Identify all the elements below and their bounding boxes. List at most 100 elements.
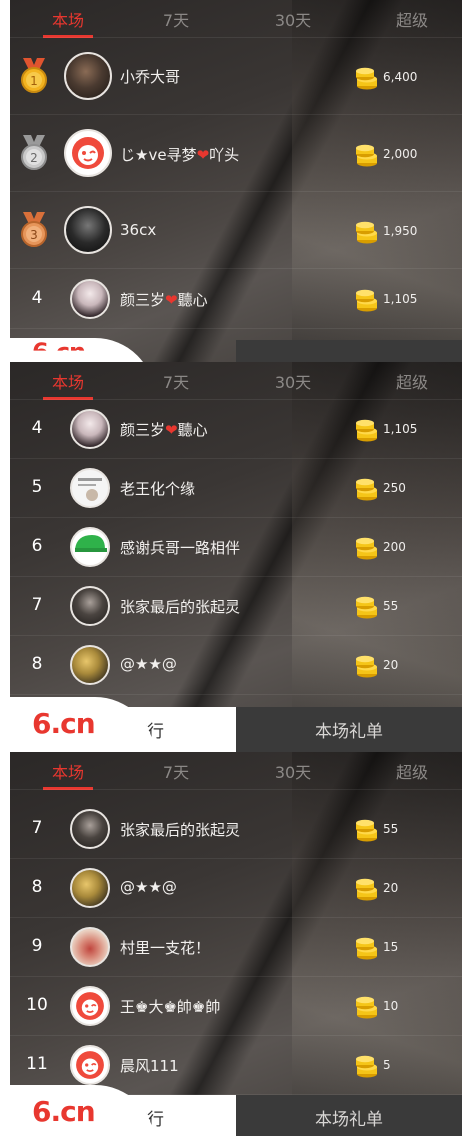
rank-number: 7 bbox=[31, 818, 43, 838]
user-name: 颜三岁❤聽心 bbox=[120, 421, 208, 439]
avatar[interactable] bbox=[70, 809, 110, 849]
period-tabbar: 本场 7天 30天 超级 bbox=[10, 752, 462, 790]
gift-list-tab[interactable]: 本场礼单 bbox=[236, 707, 462, 752]
ranking-row[interactable]: 8 @★★@ 20 bbox=[10, 859, 462, 918]
coin-stack-icon bbox=[356, 144, 377, 167]
avatar[interactable] bbox=[70, 468, 110, 508]
user-name: 村里一支花！ bbox=[120, 939, 211, 957]
gift-amount: 250 bbox=[383, 481, 406, 495]
rank-number: 5 bbox=[31, 477, 43, 497]
rank-number: 8 bbox=[31, 654, 43, 674]
gift-amount: 2,000 bbox=[383, 147, 418, 161]
user-name: 颜三岁❤聽心 bbox=[120, 291, 208, 309]
site-logo: 6.cn bbox=[32, 1095, 96, 1128]
silver-medal-icon: 2 bbox=[21, 135, 47, 170]
fox-logo-icon bbox=[76, 1051, 104, 1079]
ranking-row[interactable]: 6 感谢兵哥一路相伴 200 bbox=[10, 518, 462, 577]
coin-stack-icon bbox=[356, 537, 377, 560]
user-name: 36cx bbox=[120, 221, 157, 239]
tab-super[interactable]: 超级 bbox=[372, 752, 452, 790]
ranking-row[interactable]: 4 颜三岁❤聽心 1,105 bbox=[10, 400, 462, 459]
ranking-panel-2: 本场 7天 30天 超级 4 颜三岁❤聽心 1,105 5 老王化个缘 250 … bbox=[10, 362, 462, 752]
coin-stack-icon bbox=[356, 937, 377, 960]
gift-amount: 15 bbox=[383, 940, 399, 954]
avatar[interactable] bbox=[70, 586, 110, 626]
gift-amount: 20 bbox=[383, 658, 399, 672]
gift-amount: 200 bbox=[383, 540, 406, 554]
ranking-row[interactable]: 9 村里一支花！ 15 bbox=[10, 918, 462, 977]
avatar[interactable] bbox=[70, 409, 110, 449]
avatar[interactable] bbox=[70, 527, 110, 567]
coin-stack-icon bbox=[356, 596, 377, 619]
ranking-row[interactable]: 3 36cx 1,950 bbox=[10, 192, 462, 269]
tab-7-days[interactable]: 7天 bbox=[136, 0, 216, 38]
rank-number: 11 bbox=[26, 1054, 48, 1074]
tab-30-days[interactable]: 30天 bbox=[253, 0, 333, 38]
user-name: @★★@ bbox=[120, 878, 177, 896]
rank-number: 10 bbox=[26, 995, 48, 1015]
rank-number: 7 bbox=[31, 595, 43, 615]
period-tabbar: 本场 7天 30天 超级 bbox=[10, 0, 462, 38]
period-tabbar: 本场 7天 30天 超级 bbox=[10, 362, 462, 400]
avatar[interactable] bbox=[70, 868, 110, 908]
ranking-panel-1: 本场 7天 30天 超级 1 小乔大哥 6,400 2 じ★ve寻梦❤吖头 2,… bbox=[10, 0, 462, 362]
fox-logo-icon bbox=[76, 992, 104, 1020]
tabbar-divider bbox=[10, 37, 462, 38]
ranking-panel-3: 本场 7天 30天 超级 7 张家最后的张起灵 55 8 @★★@ 20 9 村… bbox=[10, 752, 462, 1136]
bronze-medal-icon: 3 bbox=[21, 212, 47, 247]
tab-super[interactable]: 超级 bbox=[372, 362, 452, 400]
tab-7-days[interactable]: 7天 bbox=[136, 752, 216, 790]
avatar[interactable] bbox=[64, 206, 112, 254]
doodle-avatar-icon bbox=[78, 478, 102, 501]
user-name: 晨风111 bbox=[120, 1057, 179, 1075]
avatar[interactable] bbox=[70, 279, 110, 319]
gift-amount: 55 bbox=[383, 822, 399, 836]
gift-amount: 10 bbox=[383, 999, 399, 1013]
coin-stack-icon bbox=[356, 419, 377, 442]
avatar[interactable] bbox=[70, 645, 110, 685]
avatar[interactable] bbox=[64, 52, 112, 100]
gift-amount: 6,400 bbox=[383, 70, 418, 84]
ranking-row[interactable]: 5 老王化个缘 250 bbox=[10, 459, 462, 518]
tabbar-divider bbox=[10, 789, 462, 790]
coin-stack-icon bbox=[356, 289, 377, 312]
ranking-row[interactable]: 1 小乔大哥 6,400 bbox=[10, 38, 462, 115]
site-logo: 6.cn bbox=[32, 707, 96, 740]
gift-list-tab[interactable]: 本场礼单 bbox=[236, 1095, 462, 1136]
gift-amount: 20 bbox=[383, 881, 399, 895]
coin-stack-icon bbox=[356, 67, 377, 90]
ranking-row[interactable]: 8 @★★@ 20 bbox=[10, 636, 462, 695]
user-name: 老王化个缘 bbox=[120, 480, 196, 498]
tab-30-days[interactable]: 30天 bbox=[253, 362, 333, 400]
coin-stack-icon bbox=[356, 819, 377, 842]
user-name: 小乔大哥 bbox=[120, 68, 181, 86]
tabbar-divider bbox=[10, 399, 462, 400]
svg-text:1: 1 bbox=[30, 74, 38, 88]
gift-list-tab[interactable] bbox=[236, 340, 462, 362]
tab-7-days[interactable]: 7天 bbox=[136, 362, 216, 400]
coin-stack-icon bbox=[356, 221, 377, 244]
tab-super[interactable]: 超级 bbox=[372, 0, 452, 38]
svg-text:2: 2 bbox=[30, 151, 38, 165]
user-name: 感谢兵哥一路相伴 bbox=[120, 539, 241, 557]
coin-stack-icon bbox=[356, 996, 377, 1019]
tab-this-show[interactable]: 本场 bbox=[28, 752, 108, 790]
tab-this-show[interactable]: 本场 bbox=[28, 362, 108, 400]
ranking-row[interactable]: 7 张家最后的张起灵 55 bbox=[10, 577, 462, 636]
avatar[interactable] bbox=[70, 986, 110, 1026]
tab-30-days[interactable]: 30天 bbox=[253, 752, 333, 790]
tab-this-show[interactable]: 本场 bbox=[28, 0, 108, 38]
avatar[interactable] bbox=[70, 1045, 110, 1085]
green-cap-icon bbox=[75, 535, 107, 552]
ranking-row[interactable]: 4 颜三岁❤聽心 1,105 bbox=[10, 269, 462, 329]
gift-amount: 1,105 bbox=[383, 292, 418, 306]
avatar[interactable] bbox=[64, 129, 112, 177]
user-name: 张家最后的张起灵 bbox=[120, 598, 241, 616]
avatar[interactable] bbox=[70, 927, 110, 967]
user-name: 王♚大♚帥♚帥 bbox=[120, 998, 221, 1016]
ranking-row[interactable]: 10 王♚大♚帥♚帥 10 bbox=[10, 977, 462, 1036]
ranking-row[interactable]: 2 じ★ve寻梦❤吖头 2,000 bbox=[10, 115, 462, 192]
ranking-row[interactable]: 7 张家最后的张起灵 55 bbox=[10, 800, 462, 859]
rank-number: 9 bbox=[31, 936, 43, 956]
rank-number: 4 bbox=[31, 418, 43, 438]
